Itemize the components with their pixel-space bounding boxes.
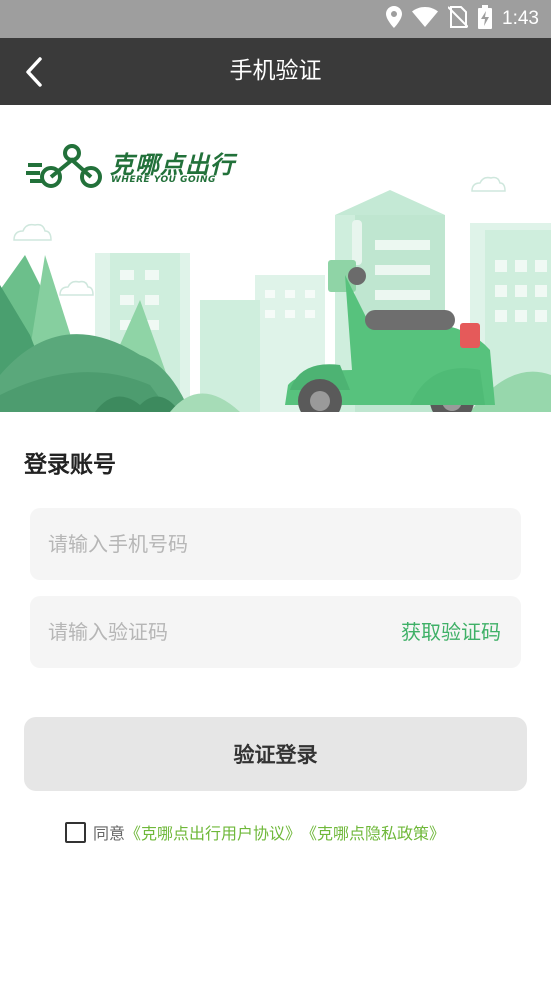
back-button[interactable] xyxy=(14,52,54,92)
phone-field xyxy=(30,508,521,580)
page-title: 手机验证 xyxy=(229,58,322,84)
phone-input[interactable] xyxy=(48,508,378,580)
agreement-checkbox[interactable] xyxy=(65,821,86,843)
wifi-icon xyxy=(412,7,439,31)
verify-login-button[interactable]: 验证登录 xyxy=(24,717,527,791)
status-time: 1:43 xyxy=(502,8,539,29)
no-sim-icon xyxy=(447,6,469,32)
logo-mark xyxy=(26,144,102,188)
status-bar: 1:43 xyxy=(0,0,551,38)
login-section-title: 登录账号 xyxy=(24,452,116,478)
user-agreement-link[interactable]: 《克哪点出行用户协议》 xyxy=(125,820,301,844)
privacy-policy-link[interactable]: 《克哪点隐私政策》 xyxy=(301,820,445,844)
battery-charging-icon xyxy=(478,5,493,33)
agreement-prefix: 同意 xyxy=(93,824,126,843)
chevron-left-icon xyxy=(26,57,42,87)
agreement-row: 同意 《克哪点出行用户协议》 《克哪点隐私政策》 xyxy=(65,820,445,844)
brand-tagline: WHERE YOU GOING xyxy=(111,175,216,185)
location-icon xyxy=(386,6,403,32)
get-code-button[interactable]: 获取验证码 xyxy=(401,596,501,668)
title-bar: 手机验证 xyxy=(0,38,551,105)
status-icons: 1:43 xyxy=(386,0,539,38)
verification-code-input[interactable] xyxy=(48,596,378,668)
banner-illustration: 克哪点出行 WHERE YOU GOING xyxy=(0,105,551,412)
code-field: 获取验证码 xyxy=(30,596,521,668)
city-scooter-illustration xyxy=(0,144,551,412)
